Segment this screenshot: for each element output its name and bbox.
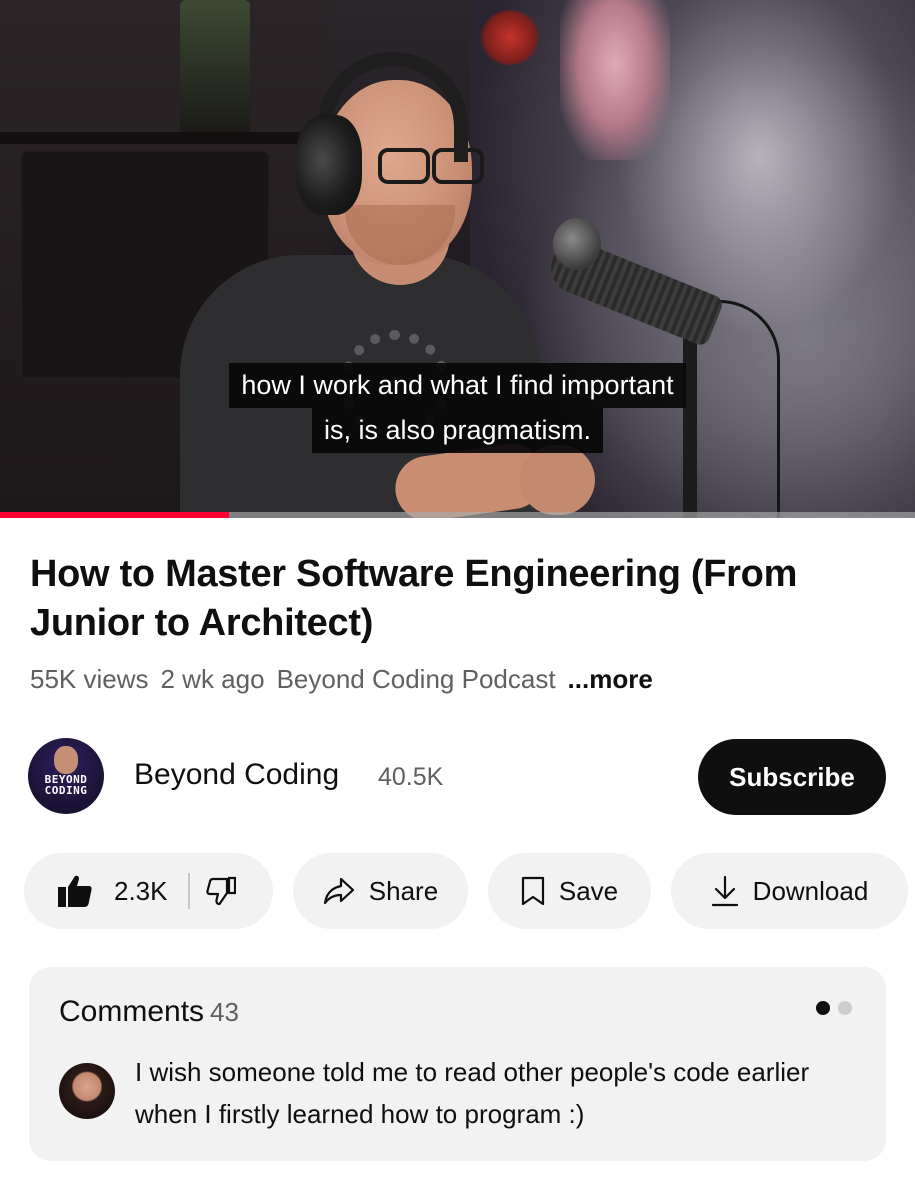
speaker-hand-right xyxy=(520,445,595,515)
commenter-avatar xyxy=(59,1063,115,1119)
view-count: 55K views xyxy=(30,664,149,694)
comments-title: Comments xyxy=(59,995,205,1028)
save-label: Save xyxy=(558,875,619,906)
background-plant xyxy=(180,0,250,135)
captions: how I work and what I find important is,… xyxy=(0,363,915,453)
video-meta[interactable]: 55K views 2 wk ago Beyond Coding Podcast..… xyxy=(30,664,653,695)
share-label: Share xyxy=(368,875,439,906)
meta-channel: Beyond Coding Podcast xyxy=(276,664,556,694)
like-separator xyxy=(187,873,190,909)
caption-line-1: how I work and what I find important xyxy=(229,363,686,408)
share-arrow-icon xyxy=(323,877,354,905)
upload-age: 2 wk ago xyxy=(160,664,265,694)
background-neon-red xyxy=(480,10,540,65)
subscriber-count: 40.5K xyxy=(378,763,444,791)
more-link[interactable]: ...more xyxy=(568,664,653,694)
pager-dot-active xyxy=(816,1001,830,1015)
background-shelf xyxy=(0,132,330,144)
channel-name[interactable]: Beyond Coding xyxy=(134,758,339,792)
bookmark-icon xyxy=(521,876,544,906)
download-arrow-icon xyxy=(711,875,738,907)
dislike-button[interactable] xyxy=(205,853,236,929)
channel-avatar[interactable]: BEYOND CODING xyxy=(28,738,104,814)
download-label: Download xyxy=(752,875,869,906)
top-comment-text: I wish someone told me to read other peo… xyxy=(135,1057,810,1129)
like-count: 2.3K xyxy=(114,875,168,906)
like-button[interactable]: 2.3K xyxy=(24,853,168,929)
share-button[interactable]: Share xyxy=(293,853,468,929)
headphones-earcup xyxy=(296,115,362,215)
save-button[interactable]: Save xyxy=(488,853,651,929)
subscribe-button[interactable]: Subscribe xyxy=(698,739,886,815)
microphone-head xyxy=(553,218,601,270)
comments-count: 43 xyxy=(210,997,239,1027)
pager-dot-inactive xyxy=(838,1001,852,1015)
video-details: How to Master Software Engineering (From… xyxy=(0,518,915,1200)
video-player[interactable]: how I work and what I find important is,… xyxy=(0,0,915,518)
thumb-up-icon xyxy=(58,875,92,907)
comments-pager-dots xyxy=(808,1001,852,1015)
download-button[interactable]: Download xyxy=(671,853,908,929)
comments-panel[interactable]: Comments 43 I wish someone told me to rea… xyxy=(29,967,886,1161)
background-neon xyxy=(560,0,670,160)
like-dislike-pill: 2.3K xyxy=(24,853,273,929)
thumb-down-icon xyxy=(205,876,236,906)
comments-header: Comments 43 xyxy=(59,995,239,1029)
caption-line-2: is, is also pragmatism. xyxy=(311,408,604,453)
avatar-face xyxy=(54,746,78,774)
video-title[interactable]: How to Master Software Engineering (From… xyxy=(30,550,890,648)
avatar-logo-text: BEYOND CODING xyxy=(44,773,88,797)
